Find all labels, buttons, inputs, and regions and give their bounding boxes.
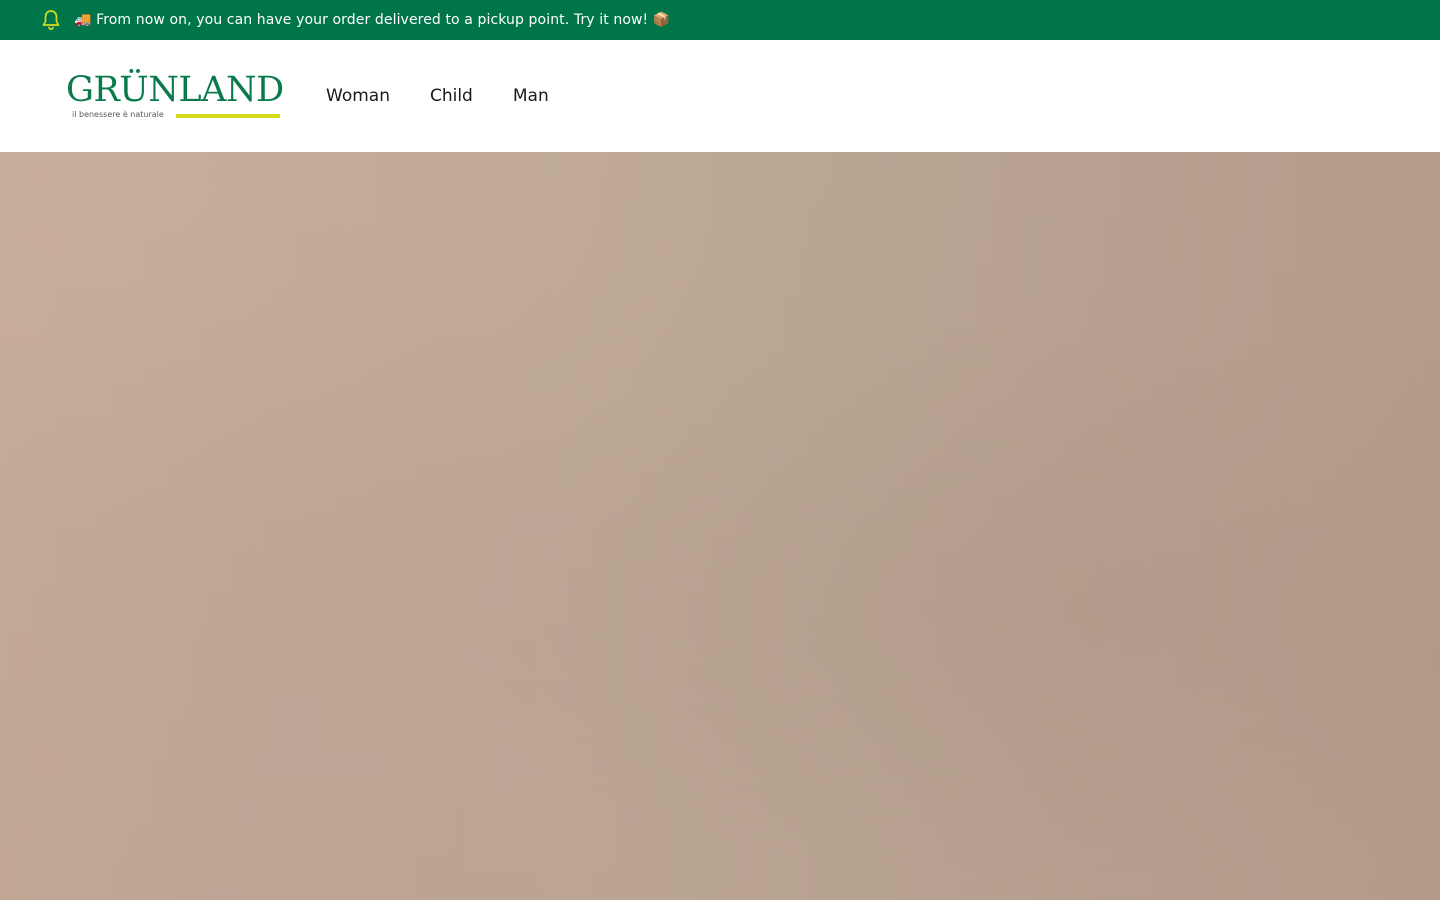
logo-underline <box>176 114 280 118</box>
logo-wordmark: GRÜNLAND <box>66 70 284 110</box>
announcement-text[interactable]: 🚚 From now on, you can have your order d… <box>74 12 670 28</box>
bell-icon <box>40 9 62 31</box>
nav-item-man[interactable]: Man <box>513 86 549 106</box>
nav-item-woman[interactable]: Woman <box>326 86 390 106</box>
announcement-bar[interactable]: 🚚 From now on, you can have your order d… <box>0 0 1440 40</box>
hero-image <box>0 152 1440 900</box>
logo-tagline: il benessere è naturale <box>72 110 164 119</box>
hero-banner[interactable] <box>0 152 1440 900</box>
brand-logo[interactable]: GRÜNLAND il benessere è naturale <box>66 70 286 122</box>
site-header: GRÜNLAND il benessere è naturale Woman C… <box>0 40 1440 152</box>
main-nav: Woman Child Man <box>326 40 589 152</box>
nav-item-child[interactable]: Child <box>430 86 473 106</box>
